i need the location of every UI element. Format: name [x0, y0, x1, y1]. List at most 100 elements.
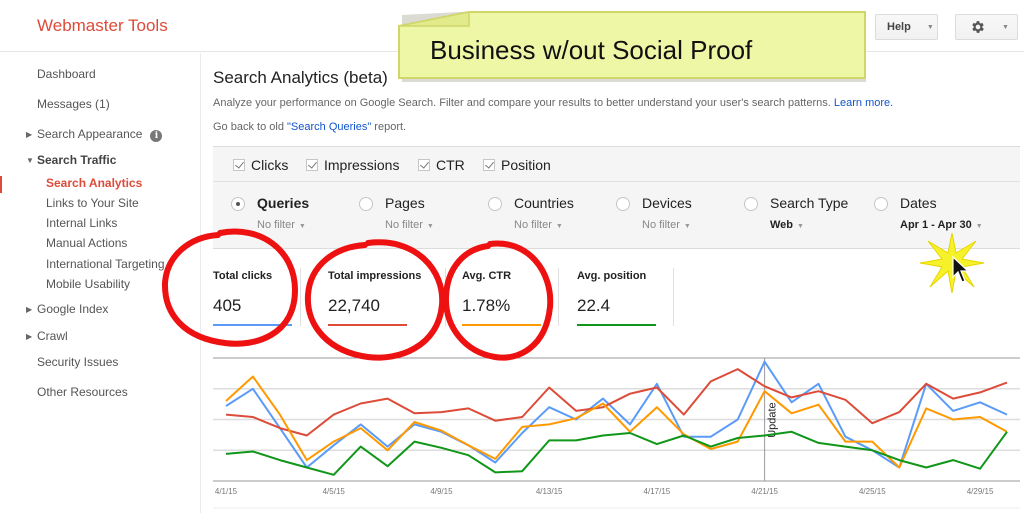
series-line-impressions	[225, 368, 1008, 437]
metric-value: 22.4	[577, 296, 611, 315]
annotation-label: Update	[767, 402, 779, 437]
series-line-ctr	[225, 375, 1008, 469]
checkbox-label: Impressions	[324, 157, 400, 173]
radio-selected[interactable]	[231, 197, 245, 211]
checkbox-checked-icon	[306, 159, 318, 171]
radio-unselected[interactable]	[359, 197, 373, 211]
checkbox-checked-icon	[233, 159, 245, 171]
filter-value: No filter	[642, 219, 680, 231]
radio-unselected[interactable]	[616, 197, 630, 211]
filter-value: Web	[770, 219, 794, 231]
filter-panel: Clicks Impressions CTR Position Queries …	[213, 146, 1020, 249]
x-tick-label: 4/17/15	[644, 487, 671, 496]
date-range-dropdown[interactable]: Apr 1 - Apr 30 ▼	[900, 219, 983, 231]
sidebar-item-search-appearance[interactable]: Search Appearance i	[37, 127, 163, 142]
active-indicator	[0, 176, 2, 193]
filter-dropdown[interactable]: No filter ▼	[642, 219, 691, 231]
sidebar-item-security-issues[interactable]: Security Issues	[37, 355, 118, 369]
dimension-label: Queries	[257, 195, 310, 211]
info-icon[interactable]: i	[150, 130, 163, 142]
help-button[interactable]: Help ▼	[875, 14, 938, 40]
callout-note: Business w/out Social Proof	[397, 8, 866, 82]
dimension-label: Countries	[514, 195, 574, 211]
chevron-down-icon: ▼	[683, 223, 691, 230]
dimension-label: Dates	[900, 195, 937, 211]
mouse-cursor-icon	[952, 255, 969, 283]
sidebar-item-google-index[interactable]: Google Index	[37, 302, 108, 316]
chevron-down-icon: ▼	[926, 23, 934, 31]
sidebar-item-internal-links[interactable]: Internal Links	[46, 216, 117, 230]
chevron-down-icon: ▼	[975, 223, 983, 230]
description-text: Analyze your performance on Google Searc…	[213, 97, 831, 109]
page-description: Analyze your performance on Google Searc…	[213, 97, 893, 109]
chart-svg[interactable]: Update 4/1/15 4/5/15 4/9/15 4/13/15 4/17/15 4/…	[213, 356, 1020, 513]
sidebar-item-mobile-usability[interactable]: Mobile Usability	[46, 277, 130, 291]
filter-value: Apr 1 - Apr 30	[900, 219, 972, 231]
performance-chart[interactable]: Update 4/1/15 4/5/15 4/9/15 4/13/15 4/17/15 4/…	[213, 356, 1020, 513]
radio-unselected[interactable]	[488, 197, 502, 211]
filter-dropdown[interactable]: No filter ▼	[514, 219, 563, 231]
checkbox-checked-icon	[418, 159, 430, 171]
expand-arrow-icon[interactable]: ▶	[26, 305, 32, 314]
sidebar-item-crawl[interactable]: Crawl	[37, 329, 68, 343]
radio-unselected[interactable]	[874, 197, 888, 211]
series-line-clicks	[225, 360, 1008, 469]
checkbox-label: Clicks	[251, 157, 289, 173]
brand-logo[interactable]: Webmaster Tools	[37, 16, 168, 36]
metric-color-bar	[577, 324, 656, 326]
go-back-line: Go back to old "Search Queries" report.	[213, 121, 406, 133]
dimension-label: Pages	[385, 195, 425, 211]
filter-value: No filter	[514, 219, 552, 231]
x-tick-label: 4/9/15	[430, 487, 453, 496]
x-tick-label: 4/21/15	[751, 487, 778, 496]
panel-divider	[213, 181, 1020, 182]
expand-arrow-icon[interactable]: ▶	[26, 130, 32, 139]
checkbox-checked-icon	[483, 159, 495, 171]
sidebar-item-search-traffic[interactable]: Search Traffic	[37, 153, 116, 167]
chevron-down-icon: ▼	[1002, 23, 1009, 31]
metric-label: Avg. position	[577, 270, 647, 282]
checkbox-ctr[interactable]: CTR	[418, 157, 465, 173]
x-tick-label: 4/1/15	[215, 487, 238, 496]
help-label: Help	[887, 21, 911, 33]
x-tick-label: 4/5/15	[323, 487, 346, 496]
sidebar-item-international-targeting[interactable]: International Targeting	[46, 257, 165, 271]
checkbox-impressions[interactable]: Impressions	[306, 157, 399, 173]
chevron-down-icon: ▼	[797, 223, 804, 230]
chevron-down-icon: ▼	[426, 223, 434, 230]
chevron-down-icon: ▼	[555, 223, 563, 230]
go-back-suffix: report.	[371, 121, 407, 133]
dimension-label: Search Type	[770, 195, 849, 211]
checkbox-position[interactable]: Position	[483, 157, 551, 173]
filter-dropdown[interactable]: No filter ▼	[385, 219, 434, 231]
sidebar-item-messages[interactable]: Messages (1)	[37, 97, 110, 111]
x-tick-label: 4/29/15	[967, 487, 994, 496]
go-back-prefix: Go back to old	[213, 121, 287, 133]
sidebar-item-label: Search Appearance	[37, 127, 143, 141]
checkbox-clicks[interactable]: Clicks	[233, 157, 288, 173]
callout-text: Business w/out Social Proof	[430, 35, 753, 65]
x-tick-label: 4/25/15	[859, 487, 886, 496]
radio-unselected[interactable]	[744, 197, 758, 211]
sidebar-item-dashboard[interactable]: Dashboard	[37, 67, 96, 81]
metric-divider	[673, 268, 674, 326]
sidebar-item-manual-actions[interactable]: Manual Actions	[46, 236, 127, 250]
dimension-label: Devices	[642, 195, 692, 211]
annotation-circle-clicks	[161, 228, 299, 347]
settings-button[interactable]: ▼	[955, 14, 1018, 40]
learn-more-link[interactable]: Learn more.	[834, 97, 893, 109]
sidebar-item-search-analytics[interactable]: Search Analytics	[46, 176, 142, 190]
collapse-arrow-icon[interactable]: ▼	[26, 156, 34, 165]
checkbox-label: CTR	[436, 157, 465, 173]
gear-icon	[972, 21, 984, 33]
checkbox-label: Position	[501, 157, 551, 173]
page-title: Search Analytics (beta)	[213, 68, 388, 87]
sidebar-item-other-resources[interactable]: Other Resources	[37, 385, 128, 399]
search-queries-link[interactable]: "Search Queries"	[287, 121, 371, 133]
annotation-circle-ctr	[442, 240, 554, 361]
filter-value: No filter	[385, 219, 423, 231]
sidebar-item-links-to-your-site[interactable]: Links to Your Site	[46, 196, 139, 210]
expand-arrow-icon[interactable]: ▶	[26, 332, 32, 341]
annotation-circle-impressions	[304, 239, 446, 361]
filter-dropdown[interactable]: Web ▼	[770, 219, 804, 231]
